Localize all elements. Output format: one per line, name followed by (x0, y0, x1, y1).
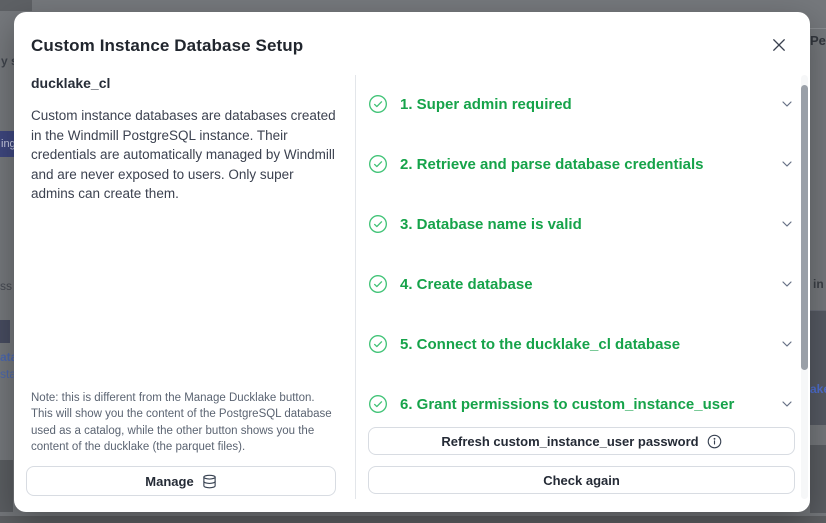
step-row-create-database[interactable]: 4. Create database (368, 272, 795, 296)
step-label: 3. Database name is valid (400, 215, 582, 233)
database-description: Custom instance databases are databases … (31, 108, 336, 202)
database-name-heading: ducklake_cl (31, 75, 111, 91)
chevron-down-icon[interactable] (779, 216, 795, 232)
chevron-down-icon[interactable] (779, 336, 795, 352)
check-circle-icon (368, 394, 388, 414)
step-label: 4. Create database (400, 275, 533, 293)
step-row-grant-permissions[interactable]: 6. Grant permissions to custom_instance_… (368, 392, 795, 416)
check-again-button[interactable]: Check again (368, 466, 795, 494)
check-circle-icon (368, 334, 388, 354)
background-text-fragment: Pe (810, 33, 826, 48)
left-panel: ducklake_cl Custom instance databases ar… (31, 75, 337, 204)
background-row-fragment (0, 320, 10, 343)
chevron-down-icon[interactable] (779, 156, 795, 172)
step-row-database-name-valid[interactable]: 3. Database name is valid (368, 212, 795, 236)
step-label: 2. Retrieve and parse database credentia… (400, 155, 704, 173)
step-row-connect-database[interactable]: 5. Connect to the ducklake_cl database (368, 332, 795, 356)
background-divider-fragment (810, 28, 826, 29)
step-label: 5. Connect to the ducklake_cl database (400, 335, 681, 353)
chevron-down-icon[interactable] (779, 276, 795, 292)
refresh-password-button[interactable]: Refresh custom_instance_user password (368, 427, 795, 455)
chevron-down-icon[interactable] (779, 96, 795, 112)
dialog-title: Custom Instance Database Setup (31, 36, 304, 55)
manage-button[interactable]: Manage (26, 466, 336, 496)
close-icon (770, 36, 788, 54)
chevron-down-icon[interactable] (779, 396, 795, 412)
background-active-nav-fragment: ing (0, 131, 14, 157)
step-row-retrieve-credentials[interactable]: 2. Retrieve and parse database credentia… (368, 152, 795, 176)
background-row-fragment (810, 310, 826, 425)
step-row-super-admin[interactable]: 1. Super admin required (368, 92, 795, 116)
background-block-fragment (0, 460, 13, 512)
info-icon (707, 434, 722, 449)
check-circle-icon (368, 154, 388, 174)
database-icon (202, 474, 217, 489)
step-label: 6. Grant permissions to custom_instance_… (400, 395, 735, 413)
manage-note: Note: this is different from the Manage … (31, 392, 332, 453)
close-button[interactable] (768, 34, 790, 56)
background-text-fragment: ss (0, 279, 12, 293)
check-circle-icon (368, 274, 388, 294)
check-circle-icon (368, 94, 388, 114)
background-block-fragment (810, 445, 826, 513)
background-link-fragment: ake (810, 382, 826, 396)
panel-divider (355, 75, 356, 499)
check-again-label: Check again (543, 472, 620, 488)
refresh-password-label: Refresh custom_instance_user password (441, 433, 699, 449)
step-label: 1. Super admin required (400, 95, 572, 113)
background-footer-strip (0, 516, 826, 523)
custom-instance-database-setup-dialog: Custom Instance Database Setup ducklake_… (14, 12, 810, 512)
background-header-strip (0, 0, 32, 11)
manage-button-label: Manage (145, 473, 194, 489)
check-circle-icon (368, 214, 388, 234)
scrollbar-thumb[interactable] (801, 85, 808, 370)
